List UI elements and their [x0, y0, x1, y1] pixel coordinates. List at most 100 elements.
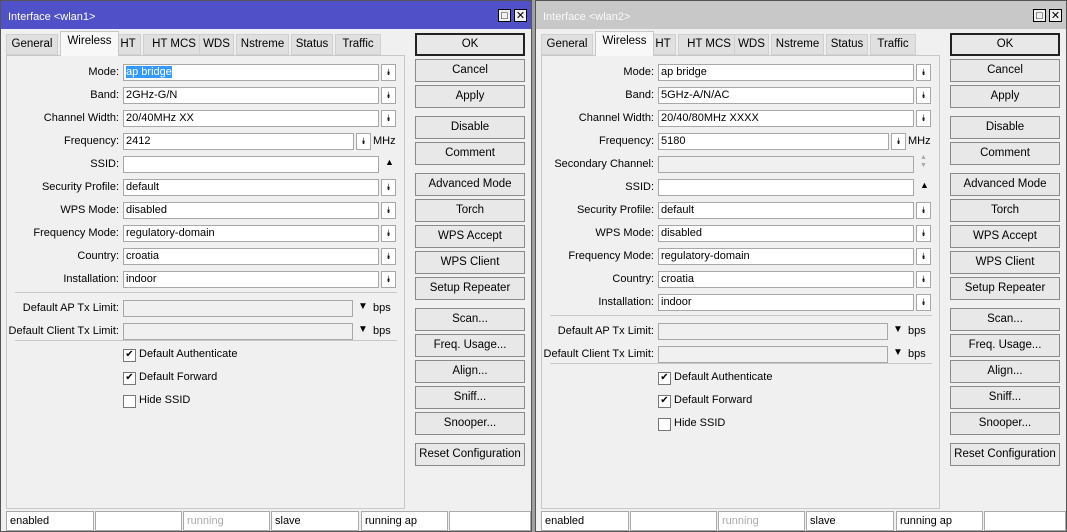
maximize-button[interactable]: □: [498, 9, 511, 22]
security-profile-dropdown-icon[interactable]: ⯯: [916, 202, 931, 219]
mode-field[interactable]: ap bridge: [123, 64, 379, 81]
snooper-button[interactable]: Snooper...: [415, 412, 525, 435]
wps-mode-dropdown-icon[interactable]: ⯯: [381, 202, 396, 219]
scan-button[interactable]: Scan...: [950, 308, 1060, 331]
country-field[interactable]: croatia: [658, 271, 914, 288]
wps-client-button[interactable]: WPS Client: [415, 251, 525, 274]
freq-usage-button[interactable]: Freq. Usage...: [415, 334, 525, 357]
frequency-field[interactable]: 2412: [123, 133, 354, 150]
default-ap-tx-limit-dropdown-icon[interactable]: ▼: [893, 324, 903, 335]
default-client-tx-limit-dropdown-icon[interactable]: ▼: [358, 324, 368, 335]
tab-traffic[interactable]: Traffic: [870, 34, 916, 55]
wps-mode-dropdown-icon[interactable]: ⯯: [916, 225, 931, 242]
channel-width-field[interactable]: 20/40/80MHz XXXX: [658, 110, 914, 127]
frequency-dropdown-icon[interactable]: ⯯: [891, 133, 906, 150]
tab-wireless[interactable]: Wireless: [60, 31, 119, 56]
setup-repeater-button[interactable]: Setup Repeater: [415, 277, 525, 300]
title-bar[interactable]: Interface <wlan2> □ ✕: [536, 1, 1066, 29]
tab-wireless[interactable]: Wireless: [595, 31, 654, 56]
hide-ssid-checkbox[interactable]: [658, 418, 671, 431]
band-dropdown-icon[interactable]: ⯯: [916, 87, 931, 104]
installation-field[interactable]: indoor: [123, 271, 379, 288]
tab-nstreme[interactable]: Nstreme: [771, 34, 824, 55]
sniff-button[interactable]: Sniff...: [950, 386, 1060, 409]
security-profile-field[interactable]: default: [658, 202, 914, 219]
tab-ht-mcs[interactable]: HT MCS: [143, 34, 205, 55]
advanced-mode-button[interactable]: Advanced Mode: [415, 173, 525, 196]
default-client-tx-limit-dropdown-icon[interactable]: ▼: [893, 347, 903, 358]
default-ap-tx-limit-field[interactable]: [123, 300, 353, 317]
band-dropdown-icon[interactable]: ⯯: [381, 87, 396, 104]
frequency-mode-field[interactable]: regulatory-domain: [658, 248, 914, 265]
tab-wds[interactable]: WDS: [199, 34, 234, 55]
default-authenticate-checkbox[interactable]: ✔: [658, 372, 671, 385]
default-forward-checkbox[interactable]: ✔: [658, 395, 671, 408]
frequency-mode-dropdown-icon[interactable]: ⯯: [916, 248, 931, 265]
installation-dropdown-icon[interactable]: ⯯: [916, 294, 931, 311]
comment-button[interactable]: Comment: [415, 142, 525, 165]
secondary-channel-field[interactable]: [658, 156, 914, 173]
frequency-mode-dropdown-icon[interactable]: ⯯: [381, 225, 396, 242]
security-profile-dropdown-icon[interactable]: ⯯: [381, 179, 396, 196]
disable-button[interactable]: Disable: [415, 116, 525, 139]
channel-width-field[interactable]: 20/40MHz XX: [123, 110, 379, 127]
wps-accept-button[interactable]: WPS Accept: [415, 225, 525, 248]
ssid-field[interactable]: [123, 156, 379, 173]
disable-button[interactable]: Disable: [950, 116, 1060, 139]
mode-field[interactable]: ap bridge: [658, 64, 914, 81]
country-dropdown-icon[interactable]: ⯯: [916, 271, 931, 288]
cancel-button[interactable]: Cancel: [950, 59, 1060, 82]
band-field[interactable]: 2GHz-G/N: [123, 87, 379, 104]
tab-status[interactable]: Status: [291, 34, 333, 55]
tab-wds[interactable]: WDS: [734, 34, 769, 55]
reset-configuration-button[interactable]: Reset Configuration: [415, 443, 525, 466]
close-button[interactable]: ✕: [1049, 9, 1062, 22]
freq-usage-button[interactable]: Freq. Usage...: [950, 334, 1060, 357]
country-dropdown-icon[interactable]: ⯯: [381, 248, 396, 265]
default-forward-checkbox[interactable]: ✔: [123, 372, 136, 385]
align-button[interactable]: Align...: [415, 360, 525, 383]
secondary-channel-up-icon[interactable]: ▲: [920, 154, 927, 161]
default-ap-tx-limit-field[interactable]: [658, 323, 888, 340]
ssid-expand-up-icon[interactable]: ▲: [385, 157, 394, 167]
tab-status[interactable]: Status: [826, 34, 868, 55]
reset-configuration-button[interactable]: Reset Configuration: [950, 443, 1060, 466]
ssid-field[interactable]: [658, 179, 914, 196]
security-profile-field[interactable]: default: [123, 179, 379, 196]
ssid-expand-up-icon[interactable]: ▲: [920, 180, 929, 190]
tab-traffic[interactable]: Traffic: [335, 34, 381, 55]
ok-button[interactable]: OK: [950, 33, 1060, 56]
wps-client-button[interactable]: WPS Client: [950, 251, 1060, 274]
channel-width-dropdown-icon[interactable]: ⯯: [916, 110, 931, 127]
secondary-channel-down-icon[interactable]: ▼: [920, 162, 927, 169]
comment-button[interactable]: Comment: [950, 142, 1060, 165]
mode-dropdown-icon[interactable]: ⯯: [916, 64, 931, 81]
installation-field[interactable]: indoor: [658, 294, 914, 311]
default-client-tx-limit-field[interactable]: [658, 346, 888, 363]
close-button[interactable]: ✕: [514, 9, 527, 22]
wps-mode-field[interactable]: disabled: [658, 225, 914, 242]
hide-ssid-checkbox[interactable]: [123, 395, 136, 408]
default-ap-tx-limit-dropdown-icon[interactable]: ▼: [358, 301, 368, 312]
apply-button[interactable]: Apply: [415, 85, 525, 108]
cancel-button[interactable]: Cancel: [415, 59, 525, 82]
apply-button[interactable]: Apply: [950, 85, 1060, 108]
wps-accept-button[interactable]: WPS Accept: [950, 225, 1060, 248]
default-client-tx-limit-field[interactable]: [123, 323, 353, 340]
wps-mode-field[interactable]: disabled: [123, 202, 379, 219]
installation-dropdown-icon[interactable]: ⯯: [381, 271, 396, 288]
country-field[interactable]: croatia: [123, 248, 379, 265]
advanced-mode-button[interactable]: Advanced Mode: [950, 173, 1060, 196]
tab-nstreme[interactable]: Nstreme: [236, 34, 289, 55]
channel-width-dropdown-icon[interactable]: ⯯: [381, 110, 396, 127]
ok-button[interactable]: OK: [415, 33, 525, 56]
snooper-button[interactable]: Snooper...: [950, 412, 1060, 435]
setup-repeater-button[interactable]: Setup Repeater: [950, 277, 1060, 300]
maximize-button[interactable]: □: [1033, 9, 1046, 22]
default-authenticate-checkbox[interactable]: ✔: [123, 349, 136, 362]
frequency-dropdown-icon[interactable]: ⯯: [356, 133, 371, 150]
tab-general[interactable]: General: [6, 34, 58, 55]
mode-dropdown-icon[interactable]: ⯯: [381, 64, 396, 81]
frequency-mode-field[interactable]: regulatory-domain: [123, 225, 379, 242]
band-field[interactable]: 5GHz-A/N/AC: [658, 87, 914, 104]
